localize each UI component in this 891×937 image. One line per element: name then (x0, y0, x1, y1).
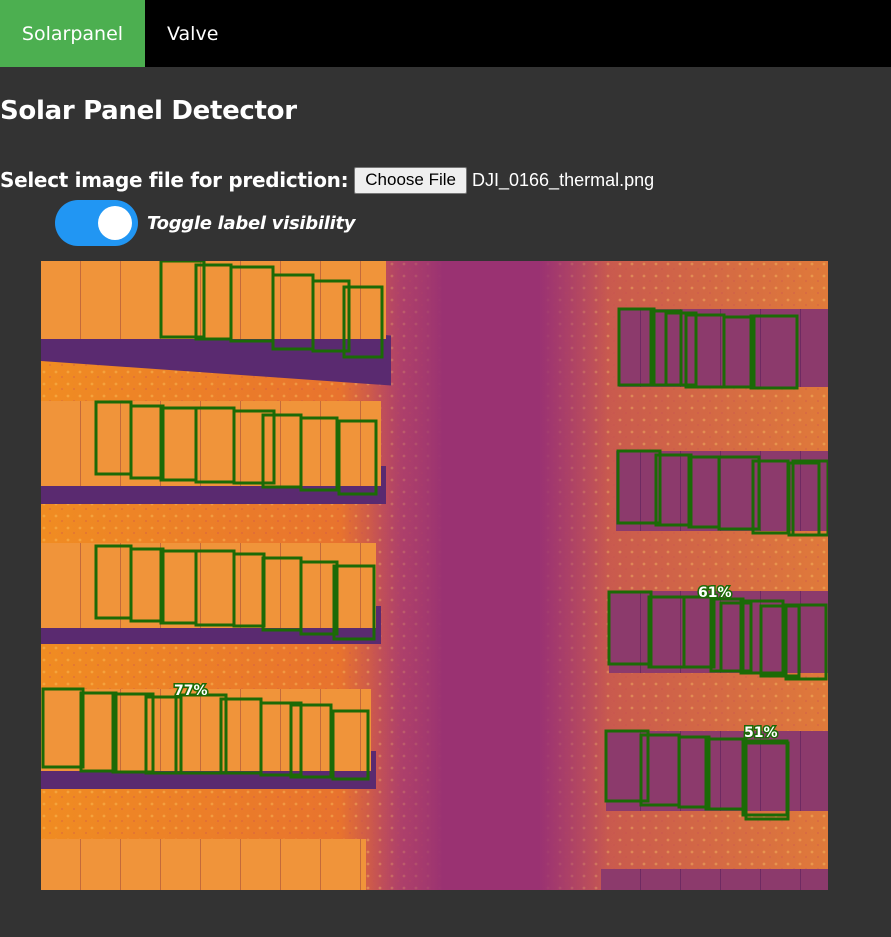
detection-label-left-row4: 77% (174, 683, 208, 699)
tab-solarpanel[interactable]: Solarpanel (0, 0, 145, 67)
page-title: Solar Panel Detector (0, 96, 297, 126)
thermal-image-canvas: 61% 77% 51% (41, 261, 828, 890)
top-navigation: Solarpanel Valve (0, 0, 891, 67)
detection-label-right-row3: 61% (698, 585, 732, 601)
detection-label-right-row4: 51% (744, 725, 778, 741)
switch-knob (98, 206, 132, 240)
file-input-label: Select image file for prediction: (0, 168, 349, 192)
choose-file-button[interactable]: Choose File (354, 166, 467, 194)
tab-valve[interactable]: Valve (145, 0, 218, 67)
file-input-row: Select image file for prediction: Choose… (0, 164, 654, 196)
thermal-image: 61% 77% 51% (41, 261, 828, 890)
label-visibility-switch[interactable] (55, 200, 138, 246)
toggle-label: Toggle label visibility (147, 212, 356, 234)
selected-file-name: DJI_0166_thermal.png (472, 169, 655, 190)
label-visibility-toggle-row: Toggle label visibility (55, 200, 356, 246)
